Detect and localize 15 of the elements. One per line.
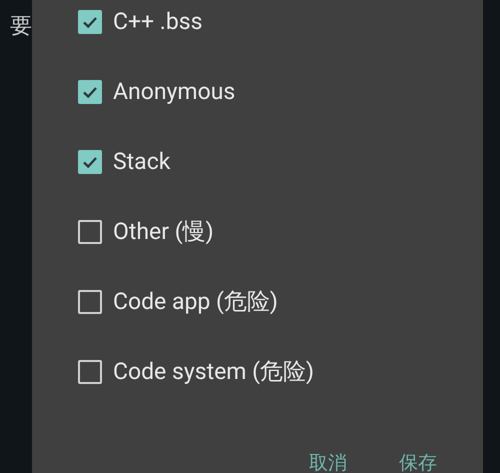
background-text: 要 <box>10 14 32 40</box>
checkbox[interactable] <box>78 290 102 314</box>
checkbox[interactable] <box>78 80 102 104</box>
option-label: Other (慢) <box>113 216 214 247</box>
checkbox[interactable] <box>78 220 102 244</box>
option-label: Anonymous <box>113 76 236 107</box>
checkbox[interactable] <box>78 360 102 384</box>
checkbox[interactable] <box>78 150 102 174</box>
option-label: Stack <box>113 146 170 177</box>
checkbox[interactable] <box>78 10 102 34</box>
dialog-button[interactable]: 取消 <box>309 452 347 473</box>
option-label: Code system (危险) <box>113 356 314 387</box>
option-label: C++ .bss <box>113 6 202 37</box>
dialog-button[interactable]: 保存 <box>399 452 437 473</box>
option-label: Code app (危险) <box>113 286 278 317</box>
